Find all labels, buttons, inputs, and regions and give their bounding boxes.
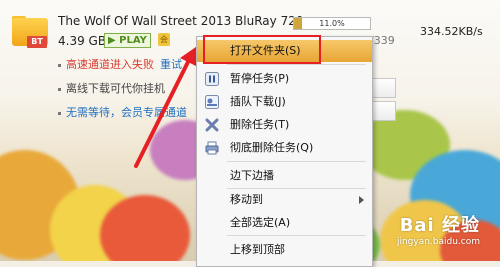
bt-file-icon: BT [12,16,48,48]
pause-icon [205,72,219,86]
submenu-arrow-icon [359,196,364,204]
menu-item-move-to-top[interactable]: 上移到顶部 [197,239,372,261]
piece-count: /339 [370,34,395,47]
baidu-jingyan-watermark: Bai 经验 jingyan.baidu.com [397,211,480,247]
printer-delete-icon [205,141,219,155]
watermark-url: jingyan.baidu.com [396,237,480,247]
menu-item-delete[interactable]: 删除任务(T) [197,114,372,136]
menu-item-move-to[interactable]: 移动到 [197,189,372,211]
menu-item-pause[interactable]: 暂停任务(P) [197,68,372,90]
file-size: 4.39 GB [58,34,107,48]
progress-bar: 11.0% [293,17,371,30]
highlight-annotation-box [203,35,321,64]
queue-jump-icon [205,95,219,109]
menu-item-play-while-downloading[interactable]: 边下边播 [197,165,372,187]
member-channel-button[interactable] [370,101,396,121]
watermark-brand: Bai 经验 [399,215,480,236]
file-title: The Wolf Of Wall Street 2013 BluRay 720.… [58,14,315,28]
offline-download-button[interactable] [370,78,396,98]
progress-text: 11.0% [319,19,345,28]
delete-x-icon [205,118,219,132]
menu-item-delete-permanent[interactable]: 彻底删除任务(Q) [197,137,372,159]
menu-item-queue-jump[interactable]: 插队下载(J) [197,91,372,113]
download-speed: 334.52KB/s [420,25,483,38]
menu-item-select-all[interactable]: 全部选定(A) [197,212,372,234]
context-menu: 打开文件夹(S) 暂停任务(P) 插队下载(J) 删除任务(T) 彻底删除任务(… [196,36,373,267]
